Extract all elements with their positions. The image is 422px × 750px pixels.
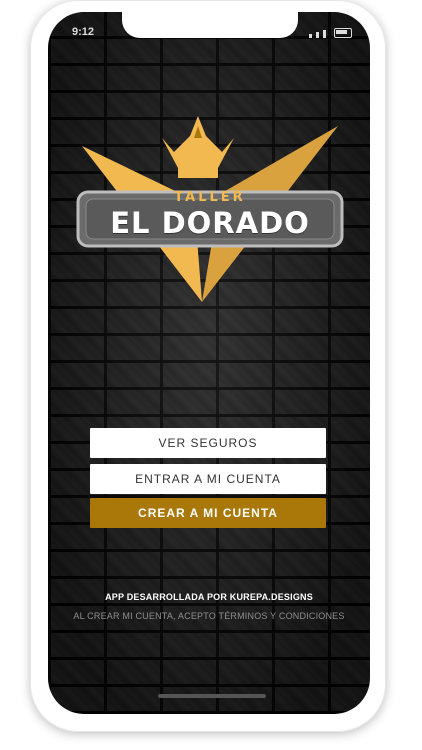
status-icons <box>309 28 352 38</box>
device-notch <box>122 12 298 38</box>
login-button[interactable]: ENTRAR A MI CUENTA <box>90 464 326 494</box>
battery-icon <box>334 28 352 38</box>
home-indicator[interactable] <box>158 694 266 698</box>
signal-icon <box>316 32 319 38</box>
ver-seguros-button[interactable]: VER SEGUROS <box>90 428 326 458</box>
status-time: 9:12 <box>72 26 95 38</box>
logo-title-small: TALLER <box>174 190 246 205</box>
signal-icon <box>309 34 312 38</box>
logo-title-big: EL DORADO <box>110 206 310 240</box>
create-account-button[interactable]: CREAR A MI CUENTA <box>90 498 326 528</box>
signal-icon <box>323 30 326 38</box>
terms-notice[interactable]: AL CREAR MI CUENTA, ACEPTO TÉRMINOS Y CO… <box>48 611 370 621</box>
app-logo: TALLER EL DORADO <box>74 108 346 308</box>
developer-credit: APP DESARROLLADA POR KUREPA.DESIGNS <box>105 592 313 602</box>
